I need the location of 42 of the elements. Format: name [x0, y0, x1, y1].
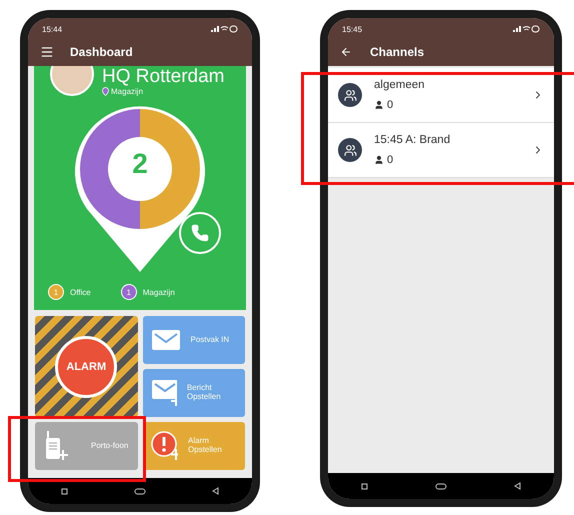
- envelope-icon: [150, 329, 180, 351]
- status-time: 15:44: [42, 24, 62, 34]
- channel-name: algemeen: [374, 79, 426, 91]
- person-icon: [374, 100, 384, 110]
- group-avatar-icon: [338, 138, 362, 162]
- pin-icon: [102, 87, 109, 96]
- walkie-talkie-plus-icon: [43, 430, 69, 462]
- status-icons: [512, 25, 540, 33]
- home-nav-icon[interactable]: [434, 482, 447, 490]
- status-time: 15:45: [342, 24, 362, 34]
- location-name: HQ Rotterdam: [102, 67, 224, 87]
- group-avatar-icon: [338, 83, 362, 107]
- member-count: 0: [387, 99, 394, 111]
- tile-button[interactable]: Porto-foon: [35, 422, 138, 470]
- alarm-button[interactable]: ALARM: [55, 336, 118, 398]
- zone-label: Magazijn: [111, 87, 144, 96]
- legend-count: 1: [48, 284, 64, 300]
- total-count: 2: [131, 148, 149, 180]
- member-count: 0: [387, 154, 394, 166]
- menu-icon[interactable]: [40, 45, 54, 59]
- legend-count: 1: [120, 284, 137, 300]
- screen-title: Channels: [370, 45, 424, 59]
- channel-row[interactable]: algemeen 0: [328, 68, 554, 123]
- home-nav-icon[interactable]: [134, 488, 146, 494]
- legend-label: Magazijn: [142, 288, 175, 296]
- tile-button[interactable]: Bericht Opstellen: [142, 369, 245, 417]
- legend-label: Office: [70, 288, 91, 296]
- channel-name: 15:45 A: Brand: [374, 134, 452, 146]
- alert-plus-icon: [150, 431, 178, 461]
- call-button[interactable]: [179, 212, 221, 254]
- square-nav-icon[interactable]: [61, 488, 68, 494]
- back-arrow-icon[interactable]: [340, 46, 352, 58]
- person-icon: [374, 155, 384, 165]
- screen-title: Dashboard: [70, 45, 133, 59]
- phone-icon: [191, 224, 209, 242]
- back-nav-icon[interactable]: [212, 487, 219, 495]
- envelope-plus-icon: [150, 379, 177, 407]
- back-nav-icon[interactable]: [514, 482, 521, 490]
- tile-button[interactable]: Postvak IN: [142, 316, 245, 364]
- square-nav-icon[interactable]: [361, 482, 368, 490]
- status-icons: [210, 25, 238, 33]
- channel-row[interactable]: 15:45 A: Brand 0: [328, 123, 554, 178]
